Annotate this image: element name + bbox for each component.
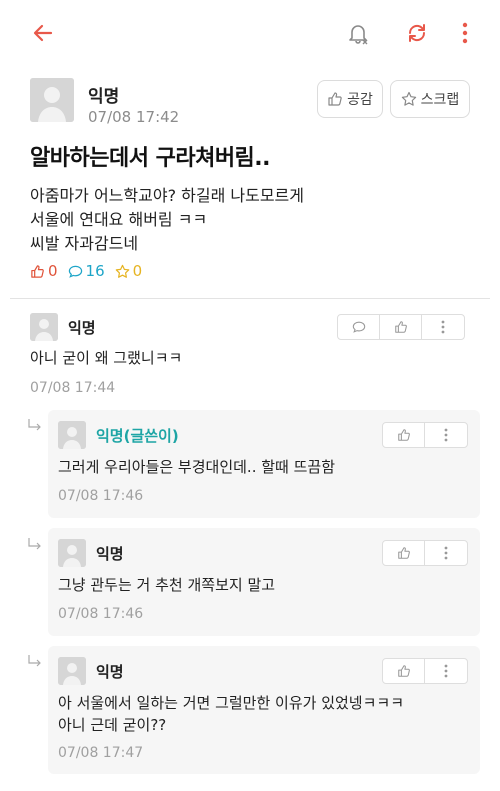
scrap-count-value: 0 bbox=[132, 262, 143, 280]
reply-item: 익명(글쓴이) 그러게 우리아들은 부경대인데.. 할때 뜨끔함 07/08 1… bbox=[48, 410, 480, 518]
like-button[interactable] bbox=[383, 423, 425, 447]
more-vertical-icon bbox=[444, 546, 448, 560]
top-bar bbox=[0, 0, 500, 64]
comment-author: 익명(글쓴이) bbox=[96, 427, 179, 445]
post-title: 알바하는데서 구라쳐버림.. bbox=[30, 146, 271, 171]
thumbs-up-icon bbox=[397, 547, 410, 559]
comment-actions bbox=[382, 540, 468, 566]
more-button[interactable] bbox=[425, 659, 467, 683]
like-button[interactable] bbox=[383, 541, 425, 565]
scrap-button[interactable]: 스크랩 bbox=[390, 80, 470, 118]
reply-item: 익명 아 서울에서 일하는 거면 그럴만한 이유가 있었넹ㅋㅋㅋ 아니 근데 굳… bbox=[48, 646, 480, 774]
comment-date: 07/08 17:47 bbox=[58, 745, 144, 761]
comment-author: 익명 bbox=[96, 663, 124, 681]
comment-text: 그냥 관두는 거 추천 개쪽보지 말고 bbox=[58, 576, 276, 594]
more-button[interactable] bbox=[422, 315, 464, 339]
reply-arrow-icon bbox=[28, 419, 41, 431]
comment-count-value: 16 bbox=[85, 262, 105, 280]
reply-arrow-icon bbox=[28, 538, 41, 550]
thumbs-up-icon bbox=[397, 665, 410, 677]
comment-date: 07/08 17:46 bbox=[58, 606, 144, 622]
comment-count: 16 bbox=[68, 262, 105, 280]
scrap-count: 0 bbox=[115, 262, 143, 280]
avatar bbox=[58, 421, 86, 449]
comment-item: 익명 아니 굳이 왜 그랬니ㅋㅋ 07/08 17:44 bbox=[10, 305, 490, 405]
post-date: 07/08 17:42 bbox=[88, 108, 180, 126]
reply-item: 익명 그냥 관두는 거 추천 개쪽보지 말고 07/08 17:46 bbox=[48, 528, 480, 636]
empathize-label: 공감 bbox=[347, 92, 373, 108]
post-body-line: 씨발 자과감드네 bbox=[30, 234, 139, 253]
comment-actions bbox=[337, 314, 465, 340]
comment-actions bbox=[382, 422, 468, 448]
more-button[interactable] bbox=[425, 423, 467, 447]
post-stats: 0 16 0 bbox=[30, 260, 142, 282]
like-count-value: 0 bbox=[48, 262, 58, 280]
back-arrow-icon[interactable] bbox=[28, 18, 58, 48]
comment-text: 아니 굳이 왜 그랬니ㅋㅋ bbox=[30, 349, 183, 367]
more-vertical-icon bbox=[444, 664, 448, 678]
more-vertical-icon bbox=[441, 320, 445, 334]
post-body-line: 서울에 연대요 해버림 ㅋㅋ bbox=[30, 210, 208, 229]
comment-text: 그러게 우리아들은 부경대인데.. 할때 뜨끔함 bbox=[58, 458, 336, 476]
thumbs-up-icon bbox=[328, 92, 342, 106]
like-button[interactable] bbox=[383, 659, 425, 683]
reply-arrow-icon bbox=[28, 655, 41, 667]
refresh-icon[interactable] bbox=[402, 18, 432, 48]
speech-bubble-icon bbox=[352, 321, 365, 333]
star-icon bbox=[401, 91, 416, 106]
thumbs-up-icon bbox=[397, 429, 410, 441]
reply-button[interactable] bbox=[338, 315, 380, 339]
comment-text: 아니 근데 굳이?? bbox=[58, 716, 167, 734]
star-icon bbox=[115, 264, 129, 278]
empathize-button[interactable]: 공감 bbox=[317, 80, 383, 118]
comment-date: 07/08 17:44 bbox=[30, 380, 116, 396]
comment-author: 익명 bbox=[96, 545, 124, 563]
comment-text: 아 서울에서 일하는 거면 그럴만한 이유가 있었넹ㅋㅋㅋ bbox=[58, 694, 405, 712]
like-button[interactable] bbox=[380, 315, 422, 339]
avatar bbox=[58, 657, 86, 685]
post-author: 익명 bbox=[88, 87, 120, 107]
avatar bbox=[30, 313, 58, 341]
divider bbox=[10, 298, 490, 299]
scrap-label: 스크랩 bbox=[420, 92, 460, 108]
more-button[interactable] bbox=[425, 541, 467, 565]
more-vertical-icon bbox=[444, 428, 448, 442]
avatar bbox=[30, 78, 74, 122]
post-body-line: 아줌마가 어느학교야? 하길래 나도모르게 bbox=[30, 186, 304, 205]
bell-off-icon[interactable] bbox=[343, 18, 373, 48]
more-vertical-icon[interactable] bbox=[450, 18, 480, 48]
thumbs-up-icon bbox=[31, 264, 44, 278]
post-body: 아줌마가 어느학교야? 하길래 나도모르게 서울에 연대요 해버림 ㅋㅋ 씨발 … bbox=[30, 184, 304, 256]
like-count: 0 bbox=[30, 262, 58, 280]
avatar bbox=[58, 539, 86, 567]
thumbs-up-icon bbox=[394, 321, 407, 333]
comment-author: 익명 bbox=[68, 319, 96, 337]
comment-actions bbox=[382, 658, 468, 684]
speech-bubble-icon bbox=[68, 265, 82, 278]
comment-date: 07/08 17:46 bbox=[58, 488, 144, 504]
